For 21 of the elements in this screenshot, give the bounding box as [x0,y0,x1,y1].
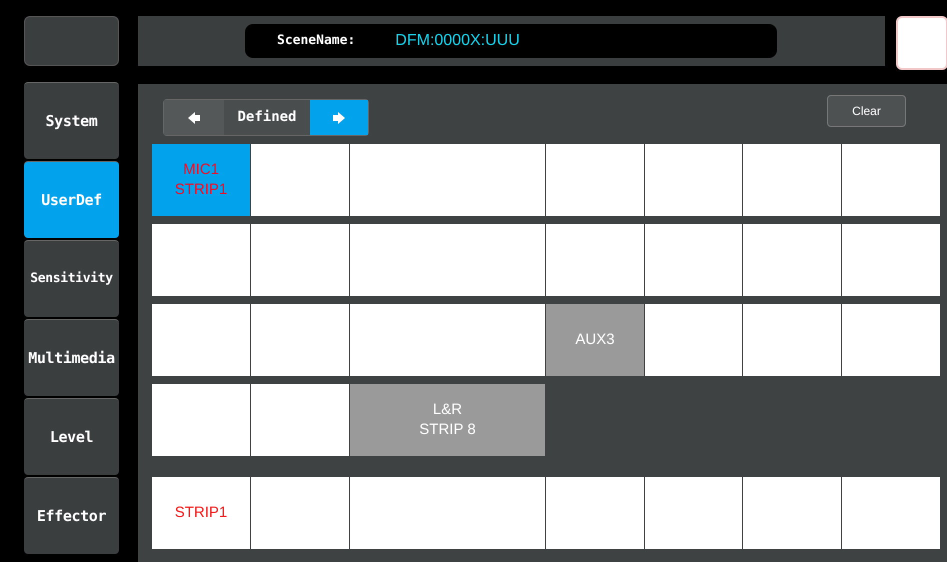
sidebar-tab[interactable]: Sensitivity [24,240,119,317]
slot-label: L&R [432,400,462,420]
slot-label: STRIP1 [174,503,228,523]
sidebar-tab[interactable]: Level [24,398,119,475]
slot-label: MIC1 [183,160,219,180]
square-button[interactable] [896,16,947,70]
previous-button[interactable] [164,100,224,135]
page-label: Defined [224,100,310,135]
sidebar-tab[interactable]: Effector [24,477,119,554]
clear-button[interactable]: Clear [827,95,906,127]
slot-label: STRIP1 [174,180,228,200]
slot-label: AUX3 [575,330,615,350]
next-button[interactable] [310,100,368,135]
scene-name-value: DFM:0000X:UUU [395,31,520,51]
sidebar-tab[interactable]: Multimedia [24,319,119,396]
sidebar-tab[interactable]: System [24,82,119,159]
channel-slot[interactable]: STRIP1 [152,477,250,549]
left-arrow-icon [186,110,202,124]
scene-name-label: SceneName: [277,32,356,50]
slot-label: STRIP 8 [419,420,476,440]
right-arrow-icon [331,110,347,124]
